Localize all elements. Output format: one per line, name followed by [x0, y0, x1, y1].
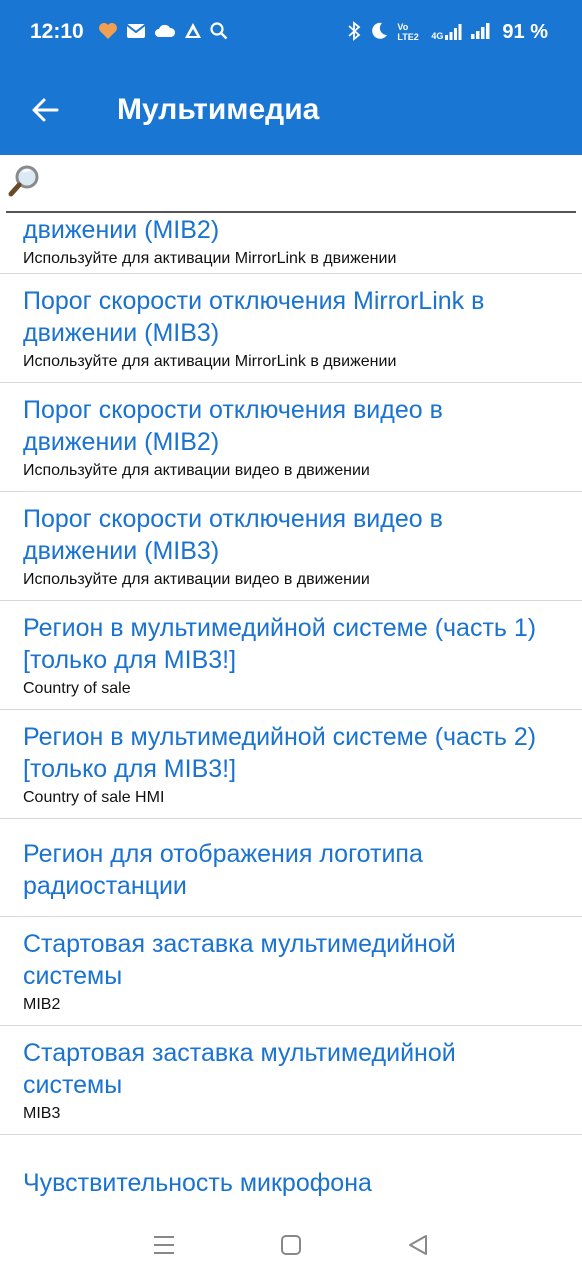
list-item[interactable]: Регион в мультимедийной системе (часть 2…: [0, 710, 582, 819]
arrow-left-icon: [32, 98, 59, 121]
item-title: Порог скорости отключения MirrorLink в д…: [23, 287, 485, 347]
volte-icon: Vo LTE2: [397, 22, 419, 42]
item-title: Стартовая заставка мультимедийной систем…: [23, 1039, 456, 1099]
cloud-icon: [154, 23, 176, 42]
signal-icon: [470, 22, 490, 43]
list-item[interactable]: Регион в мультимедийной системе (часть 1…: [0, 601, 582, 710]
list-item[interactable]: Регион для отображения логотипа радиоста…: [0, 819, 582, 917]
status-left: 12:10: [30, 20, 228, 44]
item-subtitle: Используйте для активации видео в движен…: [23, 571, 370, 588]
status-time: 12:10: [30, 20, 84, 43]
item-subtitle: Country of sale HMI: [23, 789, 165, 806]
item-subtitle: Используйте для активации видео в движен…: [23, 462, 370, 479]
recent-apps-button[interactable]: [144, 1225, 184, 1265]
vpn-icon: [184, 22, 202, 43]
home-button[interactable]: [271, 1225, 311, 1265]
item-subtitle: MIB3: [23, 1105, 61, 1122]
home-icon: [280, 1235, 301, 1255]
status-right: Vo LTE2 4G 91 %: [347, 21, 548, 44]
list-item[interactable]: Порог скорости отключения видео в движен…: [0, 383, 582, 492]
network-type-label: 4G: [431, 31, 444, 41]
list-item[interactable]: Стартовая заставка мультимедийной систем…: [0, 917, 582, 1026]
system-nav-bar: [0, 1210, 582, 1280]
back-icon: [409, 1235, 428, 1255]
item-subtitle: Используйте для активации MirrorLink в д…: [23, 353, 397, 370]
search-icon: [210, 21, 228, 43]
list-item[interactable]: Порог скорости отключения MirrorLink в д…: [0, 274, 582, 383]
item-title: Регион в мультимедийной системе (часть 2…: [23, 723, 537, 783]
item-subtitle: Используйте для активации MirrorLink в д…: [23, 250, 397, 267]
back-button[interactable]: [0, 64, 90, 155]
item-title: Стартовая заставка мультимедийной систем…: [23, 930, 456, 990]
item-title: Порог скорости отключения видео в движен…: [23, 505, 443, 565]
network-type-icon: 4G: [431, 23, 462, 41]
item-title: Чувствительность микрофона: [23, 1169, 372, 1197]
moon-icon: [369, 21, 389, 44]
battery-level: 91 %: [502, 20, 548, 43]
list-item[interactable]: Порог скорости отключения MirrorLink в д…: [0, 214, 582, 274]
list-item[interactable]: Чувствительность микрофона: [0, 1135, 582, 1210]
mail-icon: [126, 23, 146, 42]
heart-icon: [98, 22, 118, 43]
settings-list: Порог скорости отключения MirrorLink в д…: [0, 214, 582, 1210]
magnifier-icon: [8, 163, 42, 204]
item-title: Регион для отображения логотипа радиоста…: [23, 840, 423, 900]
item-title: Порог скорости отключения MirrorLink в д…: [23, 216, 220, 244]
item-subtitle: MIB2: [23, 996, 61, 1013]
app-bar: Мультимедиа: [0, 64, 582, 155]
item-title: Порог скорости отключения видео в движен…: [23, 396, 443, 456]
search-input[interactable]: [48, 163, 576, 203]
list-item[interactable]: Стартовая заставка мультимедийной систем…: [0, 1026, 582, 1135]
list-item[interactable]: Порог скорости отключения видео в движен…: [0, 492, 582, 601]
status-bar: 12:10 Vo LTE2 4G 91 %: [0, 0, 582, 64]
search-bar: [6, 155, 576, 213]
item-title: Регион в мультимедийной системе (часть 1…: [23, 614, 537, 674]
menu-icon: [153, 1236, 174, 1254]
back-nav-button[interactable]: [398, 1225, 438, 1265]
bluetooth-icon: [347, 20, 361, 44]
page-title: Мультимедиа: [117, 92, 320, 126]
item-subtitle: Country of sale: [23, 680, 131, 697]
